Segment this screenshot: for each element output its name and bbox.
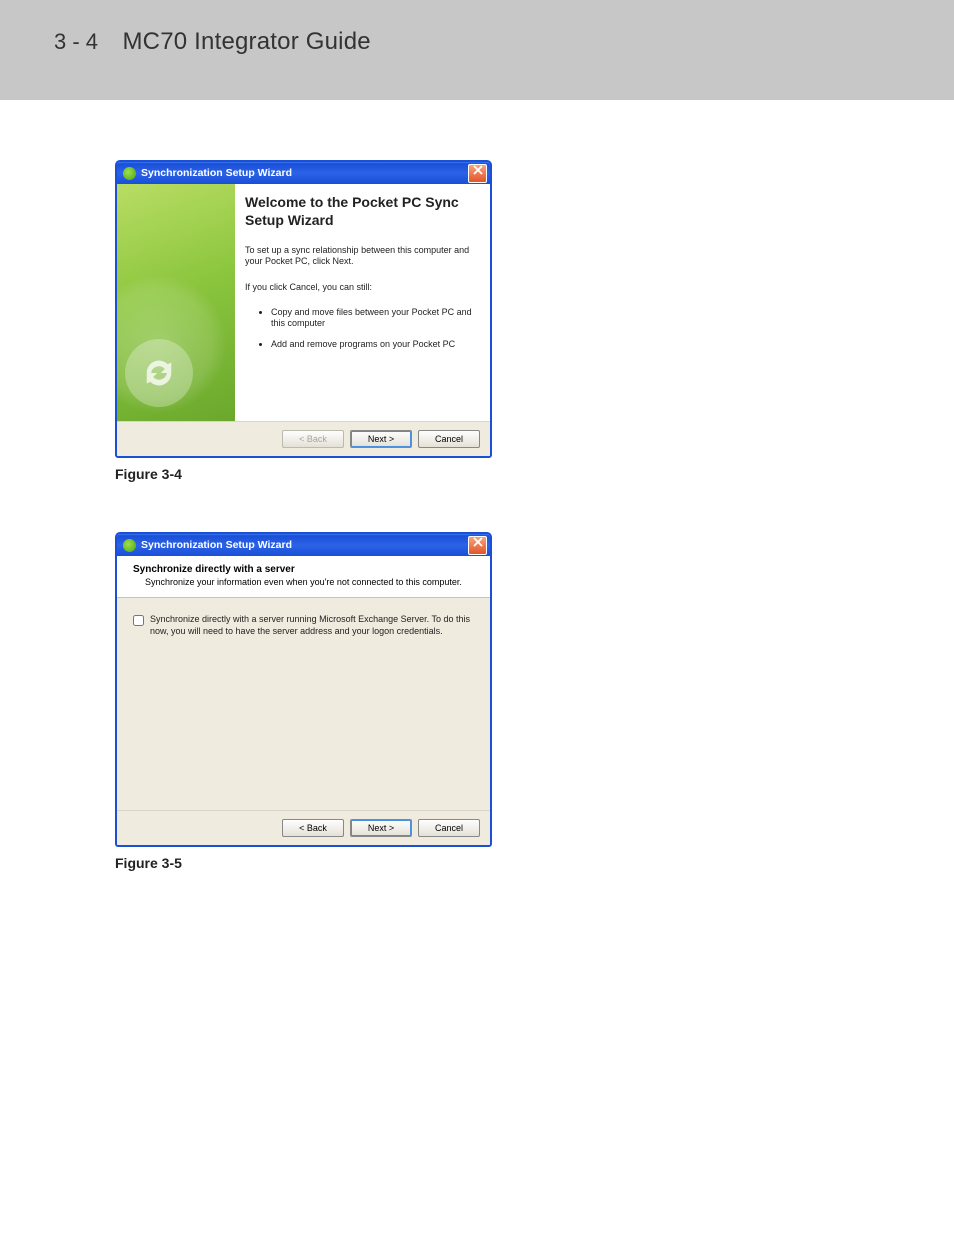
page-header: 3 - 4 MC70 Integrator Guide (0, 0, 954, 100)
window-title: Synchronization Setup Wizard (141, 539, 292, 551)
figure-caption: Figure 3-5 (115, 855, 954, 871)
figure-caption: Figure 3-4 (115, 466, 954, 482)
bullet-item: Copy and move files between your Pocket … (271, 307, 476, 330)
close-icon (473, 537, 483, 547)
titlebar[interactable]: Synchronization Setup Wizard (117, 534, 490, 556)
back-button[interactable]: < Back (282, 819, 344, 837)
step-subheading: Synchronize your information even when y… (145, 577, 478, 587)
next-button[interactable]: Next > (350, 819, 412, 837)
page-number: 3 - 4 (54, 29, 98, 55)
activesync-icon (123, 167, 136, 180)
button-row: < Back Next > Cancel (117, 810, 490, 845)
back-button: < Back (282, 430, 344, 448)
wizard-cancel-lead: If you click Cancel, you can still: (245, 282, 476, 293)
cancel-button[interactable]: Cancel (418, 819, 480, 837)
wizard-intro-text: To set up a sync relationship between th… (245, 245, 476, 268)
sync-arrows-icon (138, 352, 180, 394)
wizard-sidebar-graphic (117, 184, 235, 421)
wizard-heading: Welcome to the Pocket PC Sync Setup Wiza… (245, 194, 476, 229)
bullet-item: Add and remove programs on your Pocket P… (271, 339, 476, 350)
sync-wizard-dialog-welcome: Synchronization Setup Wizard Welcome to … (115, 160, 492, 458)
wizard-step-header: Synchronize directly with a server Synch… (117, 556, 490, 598)
next-button[interactable]: Next > (350, 430, 412, 448)
sync-server-checkbox[interactable] (133, 615, 144, 626)
sync-server-checkbox-label[interactable]: Synchronize directly with a server runni… (150, 614, 474, 637)
close-icon (473, 165, 483, 175)
titlebar[interactable]: Synchronization Setup Wizard (117, 162, 490, 184)
activesync-icon (123, 539, 136, 552)
cancel-button[interactable]: Cancel (418, 430, 480, 448)
button-row: < Back Next > Cancel (117, 421, 490, 456)
window-title: Synchronization Setup Wizard (141, 167, 292, 179)
sync-wizard-dialog-server: Synchronization Setup Wizard Synchronize… (115, 532, 492, 847)
wizard-cancel-bullets: Copy and move files between your Pocket … (245, 307, 476, 351)
close-button[interactable] (468, 164, 487, 183)
step-heading: Synchronize directly with a server (133, 564, 478, 575)
close-button[interactable] (468, 536, 487, 555)
page-title: MC70 Integrator Guide (122, 28, 370, 56)
